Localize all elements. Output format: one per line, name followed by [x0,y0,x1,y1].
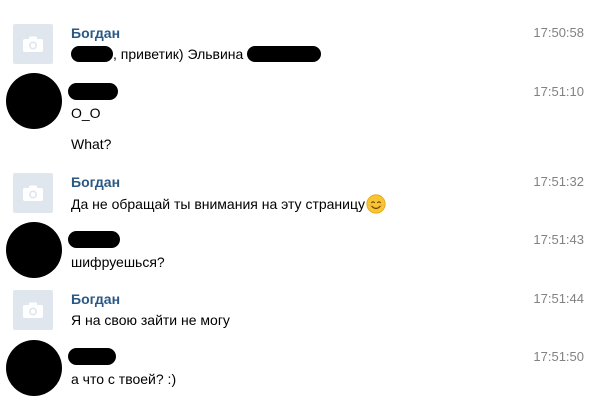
avatar[interactable] [13,290,53,330]
avatar[interactable] [6,222,62,278]
camera-icon [23,302,43,318]
message-text: а что с твоей? :) [71,371,177,387]
message-timestamp[interactable]: 17:51:44 [533,291,584,307]
message-timestamp[interactable]: 17:51:32 [533,174,584,190]
message-text-fragment: Да не обращай ты внимания на эту страниц… [71,196,365,212]
camera-icon [23,185,43,201]
author-name[interactable]: Богдан [71,291,120,307]
redaction-bar [71,46,113,62]
message-text: O_O [71,105,101,121]
author-name-redacted[interactable] [68,231,120,248]
avatar[interactable] [13,173,53,213]
message-item: 17:51:50 а что с твоей? :) [0,336,600,400]
author-name[interactable]: Богдан [71,174,120,190]
message-text-fragment: , приветик) Эльвина [113,46,244,62]
message-item: Богдан 17:50:58 , приветик) Эльвина [0,0,600,70]
camera-icon [23,36,43,52]
avatar[interactable] [13,24,53,64]
chat-history: Богдан 17:50:58 , приветик) Эльвина 17:5… [0,0,600,400]
message-text: шифруешься? [71,254,165,270]
message-text: Я на свою зайти не могу [71,312,230,328]
smiling-face-emoji-icon [366,194,386,214]
redaction-bar [247,46,322,62]
author-name-redacted[interactable] [68,83,118,100]
avatar[interactable] [6,340,62,396]
avatar[interactable] [6,73,62,129]
message-timestamp[interactable]: 17:50:58 [533,25,584,41]
message-item: Богдан 17:51:32 Да не обращай ты внимани… [0,170,600,222]
message-timestamp[interactable]: 17:51:50 [533,349,584,365]
author-name-redacted[interactable] [68,348,116,365]
author-name[interactable]: Богдан [71,25,120,41]
message-text: , приветик) Эльвина [71,45,322,63]
message-text: What? [71,136,112,152]
message-item: Богдан 17:51:44 Я на свою зайти не могу [0,284,600,336]
message-item: 17:51:43 шифруешься? [0,222,600,284]
message-timestamp[interactable]: 17:51:43 [533,232,584,248]
message-text: Да не обращай ты внимания на эту страниц… [71,194,386,214]
message-timestamp[interactable]: 17:51:10 [533,84,584,100]
message-item: 17:51:10 O_O What? [0,70,600,170]
